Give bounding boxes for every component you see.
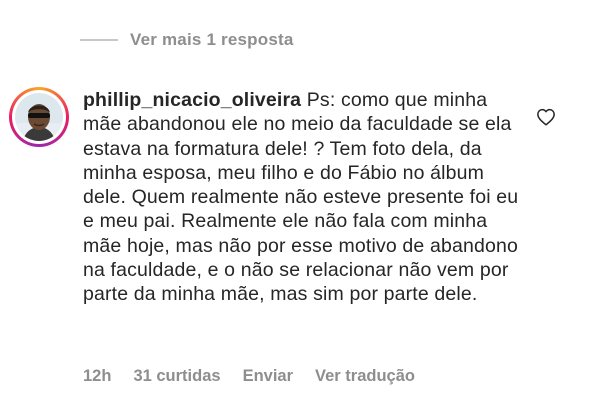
comment-thread: Ver mais 1 resposta phillip_nicacio_oliv… — [0, 0, 591, 415]
likes-count[interactable]: 31 curtidas — [133, 367, 220, 386]
avatar-story-ring[interactable] — [9, 87, 69, 147]
comment-text: Ps: como que minha mãe abandonou ele no … — [83, 89, 519, 306]
comment-timestamp: 12h — [83, 367, 112, 385]
avatar — [15, 93, 63, 141]
reply-button[interactable]: Enviar — [243, 367, 293, 386]
comment-username[interactable]: phillip_nicacio_oliveira — [83, 89, 301, 111]
view-more-replies-button[interactable]: Ver mais 1 resposta — [80, 30, 294, 50]
view-more-replies-label: Ver mais 1 resposta — [130, 30, 294, 49]
comment-meta: 12h 31 curtidas Enviar Ver tradução — [83, 367, 437, 386]
see-translation-button[interactable]: Ver tradução — [315, 367, 415, 386]
comment-body: phillip_nicacio_oliveira Ps: como que mi… — [83, 88, 528, 307]
reply-divider-line — [80, 39, 118, 41]
heart-icon[interactable] — [536, 108, 556, 126]
